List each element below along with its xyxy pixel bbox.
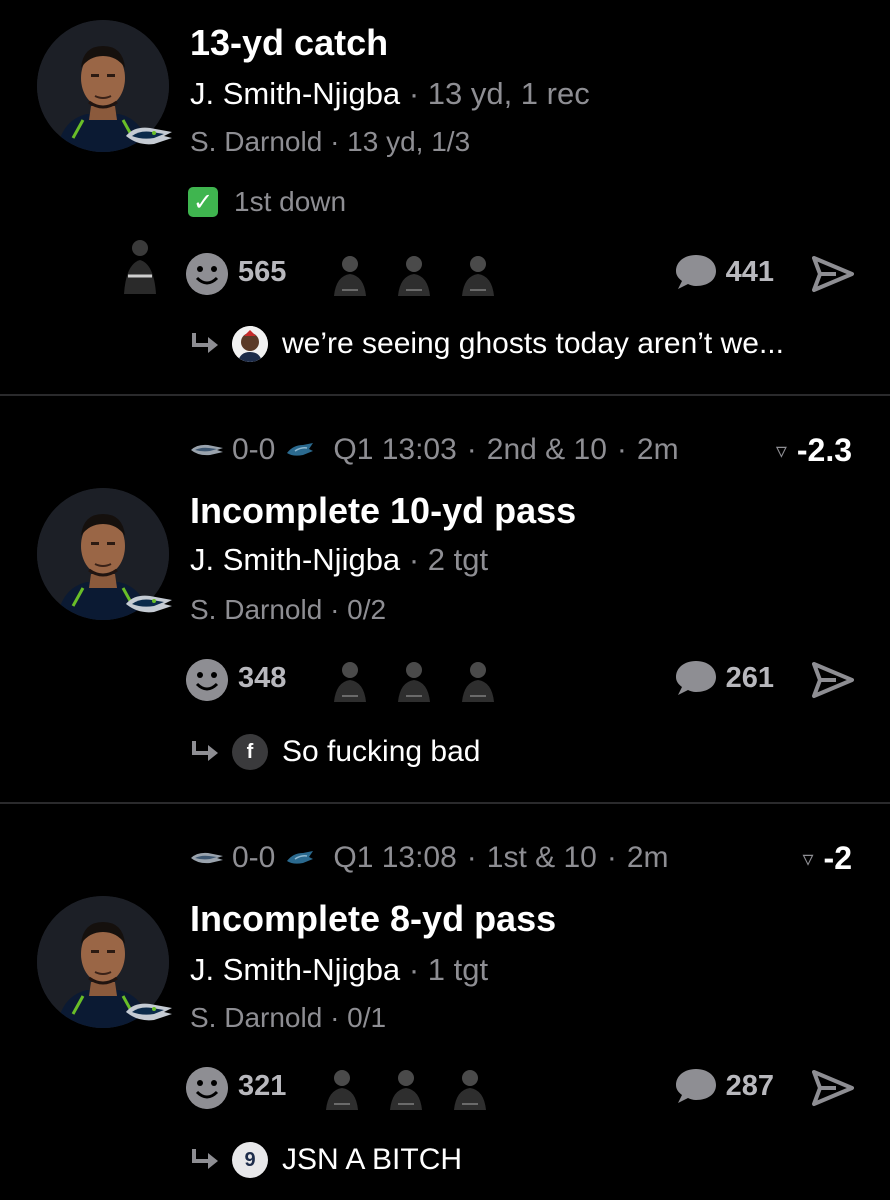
reply-arrow-icon — [192, 741, 218, 761]
receiver-name[interactable]: J. Smith-Njigba — [190, 542, 400, 577]
comment-count: 441 — [725, 255, 774, 288]
passer-name[interactable]: S. Darnold — [190, 594, 322, 625]
passer-line: S. Darnold · 13 yd, 1/3 — [190, 126, 470, 158]
reaction-image[interactable] — [384, 1064, 428, 1110]
separator: · — [606, 841, 617, 874]
play-card[interactable]: 13-yd catch J. Smith-Njigba · 13 yd, 1 r… — [0, 0, 890, 394]
game-clock: Q1 13:08 — [333, 841, 457, 874]
seahawks-logo-icon — [190, 442, 224, 458]
down-distance: 1st & 10 — [486, 841, 597, 874]
comments-button[interactable]: 441 — [674, 253, 774, 291]
panthers-logo-icon — [285, 849, 315, 867]
receiver-line: J. Smith-Njigba · 1 tgt — [190, 952, 488, 988]
speech-bubble-icon — [675, 661, 716, 695]
down-distance: 2nd & 10 — [486, 433, 607, 466]
game-meta: 0-0 Q1 13:03 · 2nd & 10 · 2m ▿ -2.3 — [190, 432, 852, 468]
play-title: Incomplete 8-yd pass — [190, 898, 557, 939]
first-down-badge: ✓ 1st down — [188, 186, 346, 218]
reply-arrow-icon — [192, 333, 218, 353]
receiver-line: J. Smith-Njigba · 2 tgt — [190, 542, 488, 578]
time-ago: 2m — [626, 841, 669, 874]
reaction-image[interactable] — [456, 250, 500, 296]
comment-count: 261 — [725, 661, 774, 694]
play-title: Incomplete 10-yd pass — [190, 490, 577, 531]
separator: · — [466, 433, 477, 466]
comment-count: 287 — [725, 1069, 774, 1102]
play-title: 13-yd catch — [190, 22, 389, 63]
wp-delta: -2 — [823, 840, 852, 876]
top-reply[interactable]: 9 JSN A BITCH — [190, 1142, 462, 1178]
separator: · — [466, 841, 477, 874]
seahawks-logo-icon — [124, 998, 174, 1026]
speech-bubble-icon — [675, 255, 716, 289]
reaction-count: 321 — [238, 1070, 287, 1102]
reply-arrow-icon — [192, 1149, 218, 1169]
score: 0-0 — [232, 433, 276, 466]
passer-name[interactable]: S. Darnold — [190, 126, 322, 157]
wp-delta: -2.3 — [796, 432, 852, 468]
reactor-avatar[interactable] — [120, 236, 160, 294]
send-arrow-icon[interactable] — [812, 1068, 854, 1108]
receiver-stat: · 13 yd, 1 rec — [408, 76, 590, 111]
game-meta: 0-0 Q1 13:08 · 1st & 10 · 2m ▿ -2 — [190, 840, 852, 876]
smiley-face-icon[interactable] — [186, 253, 228, 295]
passer-line: S. Darnold · 0/2 — [190, 594, 386, 626]
panthers-logo-icon — [285, 441, 315, 459]
reaction-bar: 348 261 — [186, 656, 854, 704]
win-probability-icon: ▿ — [775, 437, 787, 463]
first-down-label: 1st down — [234, 186, 347, 217]
time-ago: 2m — [636, 433, 679, 466]
reaction-image[interactable] — [392, 250, 436, 296]
reply-user-avatar[interactable]: f — [232, 734, 268, 770]
comments-button[interactable]: 287 — [674, 1067, 774, 1105]
comments-button[interactable]: 261 — [674, 659, 774, 697]
receiver-name[interactable]: J. Smith-Njigba — [190, 952, 400, 987]
win-probability[interactable]: ▿ -2 — [803, 840, 853, 877]
reaction-image[interactable] — [328, 656, 372, 702]
checkmark-icon: ✓ — [188, 187, 218, 217]
score: 0-0 — [232, 841, 276, 874]
seahawks-logo-icon — [124, 590, 174, 618]
win-probability[interactable]: ▿ -2.3 — [776, 432, 852, 469]
smiley-face-icon[interactable] — [186, 1067, 228, 1109]
seahawks-logo-icon — [124, 122, 174, 150]
play-card[interactable]: 0-0 Q1 13:03 · 2nd & 10 · 2m ▿ -2.3 Inco… — [0, 396, 890, 802]
reaction-count: 348 — [238, 662, 287, 694]
receiver-line: J. Smith-Njigba · 13 yd, 1 rec — [190, 76, 590, 112]
smiley-face-icon[interactable] — [186, 659, 228, 701]
speech-bubble-icon — [675, 1069, 716, 1103]
reaction-bar: 321 287 — [186, 1064, 854, 1112]
reply-text: JSN A BITCH — [282, 1143, 463, 1176]
reply-avatar-letter: 9 — [244, 1148, 256, 1171]
reply-text: we’re seeing ghosts today aren’t we... — [282, 327, 784, 360]
passer-stat: · 13 yd, 1/3 — [330, 126, 471, 157]
reaction-count: 565 — [238, 256, 287, 288]
game-clock: Q1 13:03 — [333, 433, 457, 466]
send-arrow-icon[interactable] — [812, 660, 854, 700]
passer-name[interactable]: S. Darnold — [190, 1002, 322, 1033]
passer-line: S. Darnold · 0/1 — [190, 1002, 386, 1034]
reaction-image[interactable] — [392, 656, 436, 702]
receiver-stat: · 2 tgt — [408, 542, 489, 577]
receiver-name[interactable]: J. Smith-Njigba — [190, 76, 400, 111]
passer-stat: · 0/2 — [330, 594, 387, 625]
reply-user-avatar[interactable] — [232, 326, 268, 362]
separator: · — [616, 433, 627, 466]
reply-text: So fucking bad — [282, 735, 481, 768]
play-card[interactable]: 0-0 Q1 13:08 · 1st & 10 · 2m ▿ -2 Incomp… — [0, 804, 890, 1200]
reply-user-avatar[interactable]: 9 — [232, 1142, 268, 1178]
send-arrow-icon[interactable] — [812, 254, 854, 294]
receiver-stat: · 1 tgt — [408, 952, 489, 987]
reaction-image[interactable] — [328, 250, 372, 296]
passer-stat: · 0/1 — [330, 1002, 387, 1033]
reaction-image[interactable] — [456, 656, 500, 702]
top-reply[interactable]: we’re seeing ghosts today aren’t we... — [190, 326, 784, 362]
reaction-image[interactable] — [320, 1064, 364, 1110]
seahawks-logo-icon — [190, 850, 224, 866]
reply-avatar-letter: f — [246, 740, 254, 763]
reaction-image[interactable] — [448, 1064, 492, 1110]
top-reply[interactable]: f So fucking bad — [190, 734, 480, 770]
win-probability-icon: ▿ — [802, 845, 814, 871]
reaction-bar: 565 441 — [186, 250, 854, 298]
